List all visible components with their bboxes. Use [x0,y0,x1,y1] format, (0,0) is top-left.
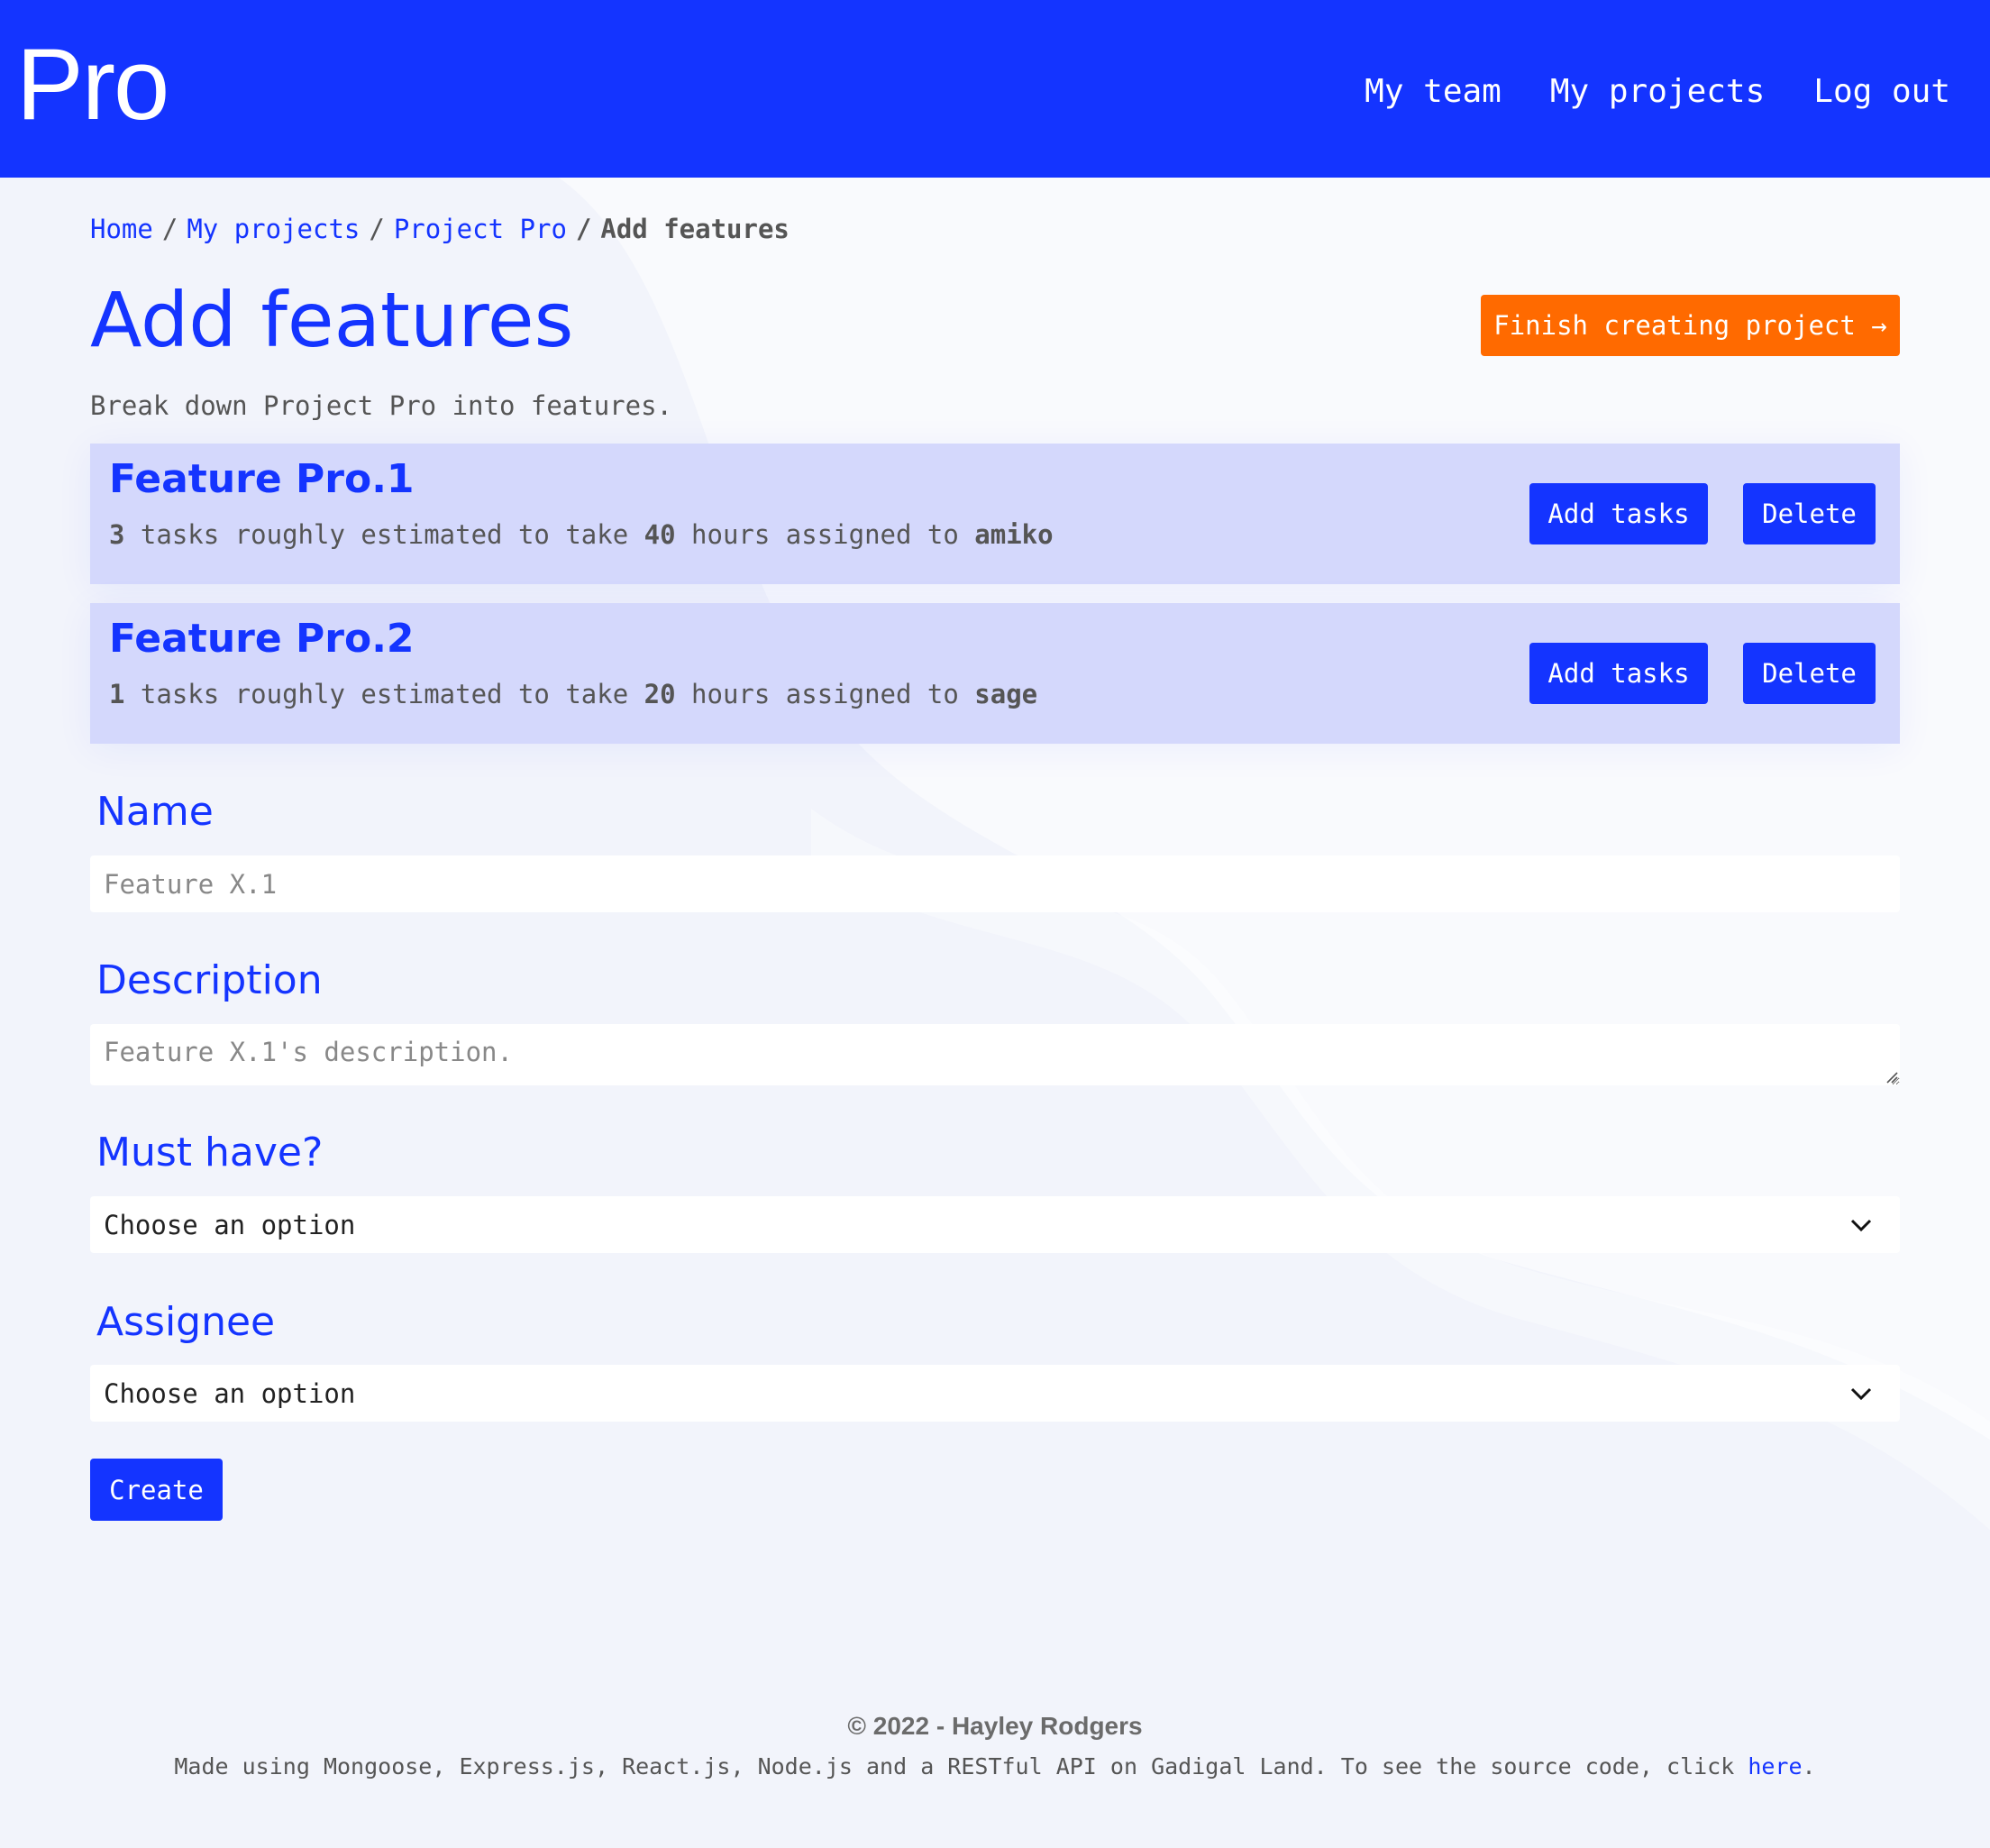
background-wave [559,178,1990,1530]
footer: © 2022 - Hayley Rodgers Made using Mongo… [0,1708,1990,1783]
nav-link-my-projects[interactable]: My projects [1550,70,1765,114]
feature-hours: 40 [644,519,676,550]
breadcrumb-project-pro[interactable]: Project Pro [394,214,567,244]
description-textarea[interactable] [90,1024,1900,1085]
assignee-label: Assignee [96,1299,276,1345]
page-title: Add features [90,276,574,364]
feature-hours: 20 [644,679,676,709]
page-subtitle: Break down Project Pro into features. [90,390,673,421]
feature-summary-text: tasks roughly estimated to take [124,679,644,709]
nav-link-my-team[interactable]: My team [1365,70,1502,114]
chevron-down-icon [1850,1219,1872,1232]
delete-feature-button[interactable]: Delete [1743,643,1876,704]
name-label: Name [96,789,214,835]
description-field-wrapper [90,1024,1900,1085]
breadcrumb-separator: / [369,214,385,244]
add-tasks-button[interactable]: Add tasks [1529,643,1708,704]
feature-card: Feature Pro.2 1 tasks roughly estimated … [90,603,1900,744]
delete-feature-button[interactable]: Delete [1743,483,1876,544]
feature-summary-text: hours assigned to [675,519,975,550]
description-label: Description [96,957,323,1003]
feature-assignee: amiko [974,519,1054,550]
assignee-selected-value: Choose an option [104,1377,356,1409]
create-feature-button[interactable]: Create [90,1459,223,1521]
feature-summary: 3 tasks roughly estimated to take 40 hou… [109,517,1054,553]
main-nav: My team My projects Log out [1365,70,1950,114]
feature-task-count: 3 [109,519,125,550]
breadcrumb-my-projects[interactable]: My projects [187,214,360,244]
breadcrumb: Home / My projects / Project Pro / Add feature… [90,211,790,247]
nav-link-log-out[interactable]: Log out [1813,70,1950,114]
footer-copyright: © 2022 - Hayley Rodgers [847,1712,1143,1740]
finish-creating-project-button[interactable]: Finish creating project → [1481,295,1900,356]
add-tasks-button[interactable]: Add tasks [1529,483,1708,544]
breadcrumb-current: Add features [600,214,790,244]
must-have-label: Must have? [96,1130,324,1176]
footer-credits: Made using Mongoose, Express.js, React.j… [0,1751,1990,1783]
feature-task-count: 1 [109,679,125,709]
feature-title: Feature Pro.1 [109,456,415,502]
feature-assignee: sage [974,679,1038,709]
feature-summary-text: hours assigned to [675,679,975,709]
chevron-down-icon [1850,1387,1872,1401]
brand-logo[interactable]: Pro [16,29,169,141]
footer-credits-text: Made using Mongoose, Express.js, React.j… [174,1753,1748,1779]
must-have-select[interactable]: Choose an option [90,1196,1900,1253]
breadcrumb-home[interactable]: Home [90,214,153,244]
feature-title: Feature Pro.2 [109,616,415,662]
name-input[interactable] [90,855,1900,912]
top-navbar: Pro My team My projects Log out [0,0,1990,178]
breadcrumb-separator: / [575,214,592,244]
feature-summary-text: tasks roughly estimated to take [124,519,644,550]
footer-period: . [1802,1753,1816,1779]
source-code-link[interactable]: here [1748,1753,1802,1779]
must-have-selected-value: Choose an option [104,1209,356,1240]
feature-card: Feature Pro.1 3 tasks roughly estimated … [90,444,1900,584]
feature-summary: 1 tasks roughly estimated to take 20 hou… [109,676,1037,712]
breadcrumb-separator: / [161,214,178,244]
assignee-select[interactable]: Choose an option [90,1365,1900,1422]
